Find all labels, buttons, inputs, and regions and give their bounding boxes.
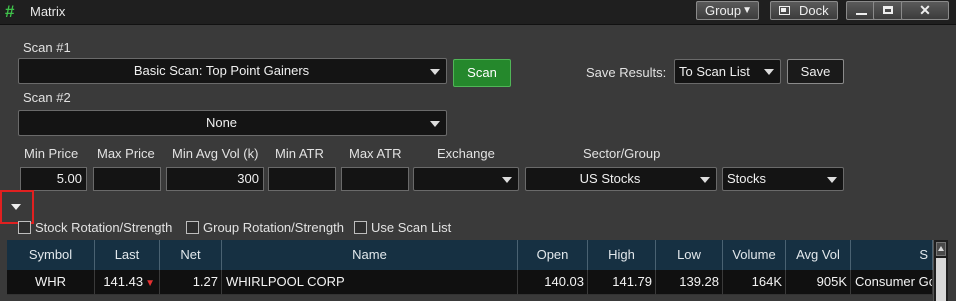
exchange-label: Exchange (437, 146, 495, 161)
min-atr-input[interactable] (268, 167, 336, 191)
group-rotation-label: Group Rotation/Strength (203, 220, 344, 235)
group-rotation-checkbox[interactable] (186, 221, 199, 234)
stock-rotation-checkbox[interactable] (18, 221, 31, 234)
table-row-symbol[interactable]: WHR (7, 270, 95, 295)
matrix-grid-icon: # (5, 2, 15, 21)
scroll-thumb[interactable] (936, 258, 946, 301)
scan2-label: Scan #2 (23, 90, 71, 105)
sector-group-select[interactable]: US Stocks (525, 167, 717, 191)
minimize-button[interactable] (846, 1, 876, 20)
column-header-last[interactable]: Last (95, 240, 160, 270)
close-icon: ✕ (919, 2, 931, 18)
close-button[interactable]: ✕ (901, 1, 949, 20)
sector-type-value: Stocks (727, 171, 767, 186)
table-row-avg-vol[interactable]: 905K (786, 270, 851, 295)
column-header-net[interactable]: Net (160, 240, 222, 270)
table-row-high[interactable]: 141.79 (588, 270, 656, 295)
table-row-last[interactable]: 141.43 ▼ (95, 270, 160, 295)
chevron-down-icon (764, 69, 774, 75)
chevron-down-icon (430, 69, 440, 75)
vertical-scrollbar[interactable] (933, 240, 948, 301)
results-table: Symbol Last Net Name Open High Low Volum… (7, 240, 948, 301)
table-row-sector[interactable]: Consumer Go (851, 270, 933, 295)
maximize-button[interactable] (873, 1, 903, 20)
dock-button[interactable]: Dock (770, 1, 838, 20)
min-price-label: Min Price (24, 146, 79, 161)
min-atr-label: Min ATR (275, 146, 324, 161)
max-price-label: Max Price (97, 146, 155, 161)
column-header-open[interactable]: Open (518, 240, 588, 270)
table-row-name[interactable]: WHIRLPOOL CORP (222, 270, 518, 295)
scan-button[interactable]: Scan (453, 59, 511, 87)
max-atr-label: Max ATR (349, 146, 402, 161)
scan2-select[interactable]: None (18, 110, 447, 136)
expand-options-toggle[interactable] (0, 190, 34, 224)
column-header-avg-vol[interactable]: Avg Vol (786, 240, 851, 270)
chevron-down-icon (502, 177, 512, 183)
maximize-icon (883, 6, 893, 14)
table-row-low[interactable]: 139.28 (656, 270, 723, 295)
column-header-high[interactable]: High (588, 240, 656, 270)
column-header-name[interactable]: Name (222, 240, 518, 270)
column-header-sector[interactable]: S (851, 240, 933, 270)
max-atr-input[interactable] (341, 167, 409, 191)
scan1-label: Scan #1 (23, 40, 71, 55)
min-avg-vol-input[interactable]: 300 (166, 167, 264, 191)
sector-group-label: Sector/Group (583, 146, 661, 161)
group-label: Group (705, 3, 742, 18)
dock-icon (779, 6, 790, 15)
scan1-value: Basic Scan: Top Point Gainers (133, 63, 310, 78)
scan1-select[interactable]: Basic Scan: Top Point Gainers (18, 58, 447, 84)
minimize-icon (856, 13, 867, 15)
last-value: 141.43 (103, 274, 144, 289)
table-row-net[interactable]: 1.27 (160, 270, 222, 295)
save-results-value: To Scan List (679, 64, 750, 79)
use-scan-list-label: Use Scan List (371, 220, 452, 235)
chevron-down-icon (11, 204, 21, 210)
save-button[interactable]: Save (787, 59, 844, 84)
use-scan-list-checkbox[interactable] (354, 221, 367, 234)
red-down-arrow-icon: ▼ (145, 278, 155, 289)
chevron-down-icon: ▼ (742, 5, 752, 16)
chevron-down-icon (700, 177, 710, 183)
min-price-input[interactable]: 5.00 (20, 167, 87, 191)
stock-rotation-label: Stock Rotation/Strength (35, 220, 173, 235)
table-row-open[interactable]: 140.03 (518, 270, 588, 295)
chevron-down-icon (430, 121, 440, 127)
sector-group-value: US Stocks (579, 171, 641, 186)
save-results-label: Save Results: (586, 65, 667, 80)
group-dropdown-button[interactable]: Group ▼ (696, 1, 759, 20)
window-title: Matrix (30, 4, 66, 19)
exchange-select[interactable] (413, 167, 519, 191)
min-avg-vol-label: Min Avg Vol (k) (172, 146, 259, 161)
scan2-value: None (205, 115, 238, 130)
scroll-up-icon[interactable] (936, 242, 946, 256)
column-header-volume[interactable]: Volume (723, 240, 786, 270)
title-bar: # Matrix Group ▼ Dock ✕ (0, 0, 956, 25)
dock-label: Dock (799, 3, 829, 18)
sector-type-select[interactable]: Stocks (722, 167, 844, 191)
max-price-input[interactable] (93, 167, 161, 191)
table-row-volume[interactable]: 164K (723, 270, 786, 295)
chevron-down-icon (827, 177, 837, 183)
column-header-symbol[interactable]: Symbol (7, 240, 95, 270)
save-results-select[interactable]: To Scan List (674, 59, 781, 84)
column-header-low[interactable]: Low (656, 240, 723, 270)
